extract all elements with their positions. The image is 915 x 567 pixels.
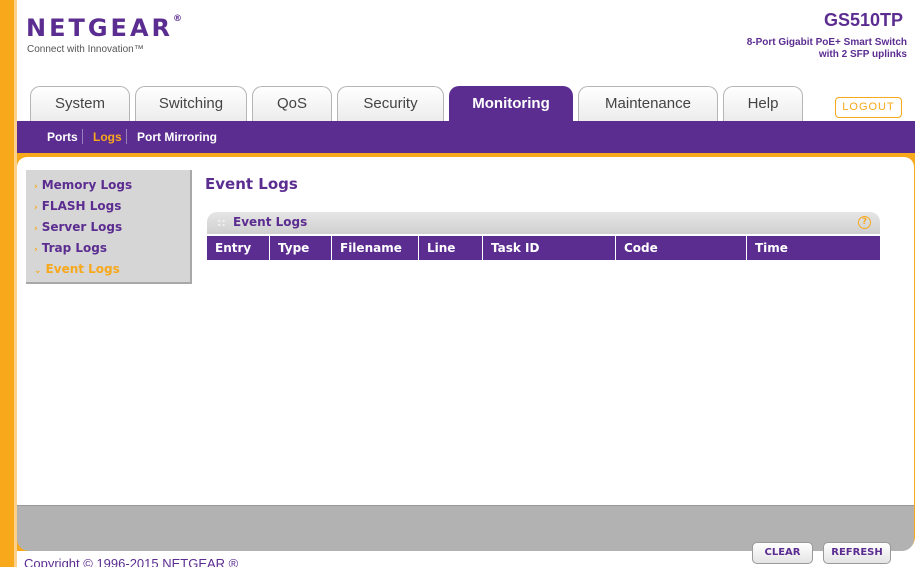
sidemenu-item-label: Trap Logs (41, 241, 107, 255)
sidemenu-item-label: FLASH Logs (41, 199, 122, 213)
subnav-separator (82, 129, 83, 144)
drag-handle-icon: :: (217, 216, 226, 229)
subnav-item-port-mirroring[interactable]: Port Mirroring (137, 130, 217, 144)
netgear-logo: NETGEAR® (26, 14, 182, 42)
page-title: Event Logs (205, 175, 298, 193)
tab-qos[interactable]: QoS (252, 86, 332, 121)
logo-text: NETGEAR (26, 14, 173, 42)
help-icon[interactable]: ? (858, 216, 871, 229)
model-description-line1: 8-Port Gigabit PoE+ Smart Switch (746, 37, 907, 48)
model-description: 8-Port Gigabit PoE+ Smart Switch with 2 … (687, 37, 907, 61)
logo-registered-mark: ® (173, 14, 182, 24)
column-header-entry: Entry (215, 241, 252, 255)
clear-button[interactable]: CLEAR (752, 542, 813, 564)
sidemenu-item-label: Memory Logs (41, 178, 133, 192)
subnav-item-ports[interactable]: Ports (47, 130, 78, 144)
sidemenu-item-server-logs[interactable]: › Server Logs (34, 220, 122, 234)
sidemenu-item-event-logs[interactable]: ⌄ Event Logs (34, 262, 120, 276)
column-header-type: Type (269, 236, 331, 260)
copyright-text: Copyright © 1996-2015 NETGEAR ® (24, 556, 239, 567)
chevron-right-icon: › (34, 182, 38, 192)
sidemenu-item-label: Server Logs (41, 220, 123, 234)
section-title: Event Logs (233, 215, 308, 229)
model-name: GS510TP (823, 10, 903, 30)
chevron-down-icon: ⌄ (34, 266, 42, 276)
column-header-filename: Filename (331, 236, 418, 260)
refresh-button[interactable]: REFRESH (823, 542, 891, 564)
tab-maintenance[interactable]: Maintenance (578, 86, 718, 121)
subnav-item-logs[interactable]: Logs (93, 130, 122, 144)
tab-monitoring[interactable]: Monitoring (449, 86, 573, 121)
chevron-right-icon: › (34, 203, 38, 213)
tab-help[interactable]: Help (723, 86, 803, 121)
tab-switching[interactable]: Switching (135, 86, 247, 121)
side-menu: › Memory Logs › FLASH Logs › Server Logs › T… (26, 170, 192, 284)
column-header-task-id: Task ID (482, 236, 615, 260)
chevron-right-icon: › (34, 245, 38, 255)
event-log-table-header: Entry Type Filename Line Task ID Code Ti… (207, 236, 880, 260)
tab-security[interactable]: Security (337, 86, 444, 121)
chevron-right-icon: › (34, 224, 38, 234)
sub-navigation: Ports Logs Port Mirroring (17, 121, 915, 153)
tagline: Connect with Innovation™ (27, 44, 144, 55)
sidemenu-item-label: Event Logs (45, 262, 120, 276)
logout-button[interactable]: LOGOUT (835, 97, 902, 118)
subnav-separator (126, 129, 127, 144)
tab-system[interactable]: System (30, 86, 130, 121)
model-description-line2: with 2 SFP uplinks (818, 49, 907, 60)
left-accent-bar (0, 0, 14, 567)
column-header-code: Code (615, 236, 746, 260)
sidemenu-item-memory-logs[interactable]: › Memory Logs (34, 178, 132, 192)
sidemenu-item-trap-logs[interactable]: › Trap Logs (34, 241, 107, 255)
column-header-line: Line (418, 236, 482, 260)
sidemenu-item-flash-logs[interactable]: › FLASH Logs (34, 199, 121, 213)
column-header-time: Time (746, 236, 880, 260)
section-header: :: Event Logs ? (207, 212, 880, 234)
